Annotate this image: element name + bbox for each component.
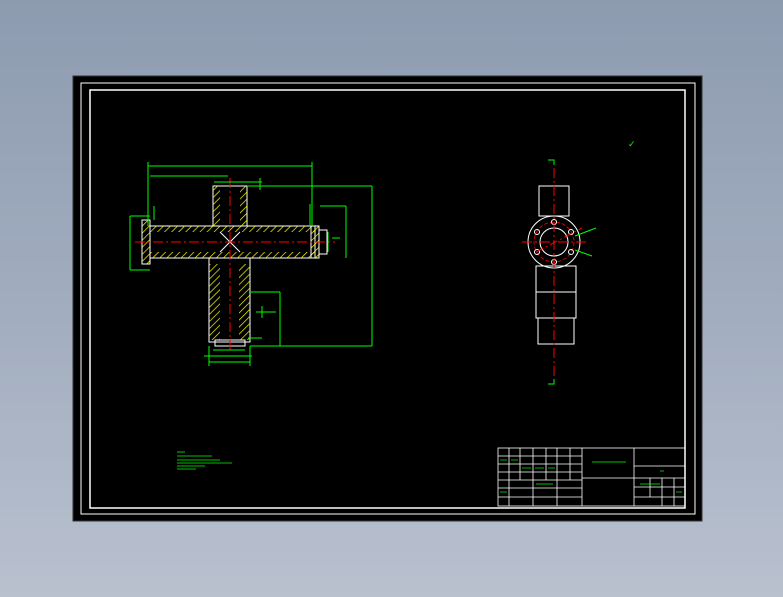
horizontal-wall-top	[150, 226, 315, 232]
upper-wall-left	[213, 186, 220, 226]
lower-wall-left	[209, 264, 220, 340]
lower-wall-right	[239, 264, 250, 340]
upper-wall-right	[240, 186, 247, 226]
paper-sheet	[72, 75, 703, 522]
roughness-mark: ✓	[628, 140, 636, 150]
cad-drawing-sheet: ✓	[72, 75, 703, 522]
horizontal-wall-bottom	[150, 252, 315, 258]
cad-viewport[interactable]: ✓	[0, 0, 783, 597]
